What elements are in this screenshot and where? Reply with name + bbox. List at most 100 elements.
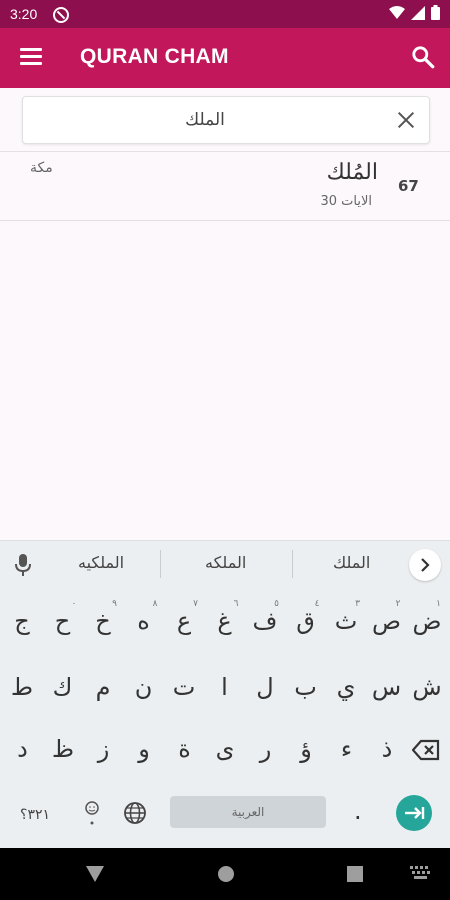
- key-hint: ٥: [274, 599, 279, 609]
- close-icon[interactable]: [395, 109, 417, 131]
- key[interactable]: ث٣: [326, 599, 366, 635]
- key[interactable]: ح٠: [43, 599, 83, 635]
- key-hint: ٨: [152, 599, 158, 609]
- microphone-icon[interactable]: [15, 554, 31, 576]
- status-bar: 3:20: [0, 0, 450, 28]
- do-not-disturb-icon: [53, 7, 69, 23]
- key-label: ن: [134, 673, 153, 701]
- expand-suggestions-button[interactable]: [409, 549, 441, 581]
- space-bar-label: العربية: [231, 805, 265, 819]
- home-icon[interactable]: [217, 865, 235, 883]
- key-hint: ٧: [193, 599, 198, 609]
- key[interactable]: ت: [164, 673, 204, 701]
- revelation-place: مكة: [30, 160, 53, 176]
- divider: [0, 220, 450, 221]
- key-label: ز: [97, 735, 110, 763]
- key-label: ج: [14, 607, 30, 635]
- divider: [292, 550, 293, 578]
- key[interactable]: ء: [327, 735, 367, 763]
- key-label: ص: [371, 607, 401, 635]
- menu-icon[interactable]: [20, 48, 42, 66]
- key-label: ظ: [51, 735, 75, 763]
- search-icon[interactable]: [410, 44, 436, 70]
- key[interactable]: ط: [2, 673, 42, 701]
- key[interactable]: س: [367, 673, 407, 701]
- backspace-icon[interactable]: [412, 739, 440, 761]
- key-label: ل: [256, 673, 274, 701]
- key-label: ة: [178, 735, 191, 763]
- key-hint: ١: [436, 599, 441, 609]
- key[interactable]: ل: [245, 673, 285, 701]
- key[interactable]: ظ: [43, 735, 83, 763]
- key[interactable]: ض١: [407, 599, 447, 635]
- key[interactable]: غ٦: [205, 599, 245, 635]
- key[interactable]: ا: [205, 673, 245, 701]
- key[interactable]: ؤ: [286, 735, 326, 763]
- enter-arrow-icon: [405, 807, 425, 819]
- suggestion-item[interactable]: الملكيه: [78, 553, 124, 572]
- key[interactable]: ش: [407, 673, 447, 701]
- suggestion-item[interactable]: الملكه: [205, 553, 246, 572]
- battery-icon: [431, 5, 440, 20]
- key[interactable]: م: [83, 673, 123, 701]
- wifi-icon: [389, 5, 405, 19]
- key[interactable]: ب: [286, 673, 326, 701]
- key[interactable]: د: [3, 735, 43, 763]
- key-label: ث: [334, 607, 358, 635]
- period-key[interactable]: .: [354, 797, 362, 825]
- key-label: ر: [259, 735, 272, 763]
- ayat-count: الايات 30: [320, 194, 372, 209]
- key-hint: ٣: [355, 599, 360, 609]
- key[interactable]: ة: [165, 735, 205, 763]
- enter-button[interactable]: [396, 795, 432, 831]
- key-label: س: [371, 673, 402, 701]
- app-bar: QURAN CHAM: [0, 28, 450, 88]
- back-icon[interactable]: [86, 866, 104, 882]
- search-input[interactable]: [33, 103, 377, 137]
- key[interactable]: ذ: [367, 735, 407, 763]
- key[interactable]: ك: [43, 673, 83, 701]
- search-field[interactable]: [22, 96, 430, 144]
- recents-icon[interactable]: [347, 866, 363, 882]
- key-label: غ: [217, 607, 232, 635]
- key-label: ق: [296, 607, 315, 635]
- key[interactable]: ى: [205, 735, 245, 763]
- globe-icon[interactable]: [123, 801, 147, 825]
- keyboard-switch-icon[interactable]: [410, 866, 432, 882]
- chevron-right-icon: [421, 558, 430, 572]
- emoji-icon[interactable]: [84, 801, 100, 827]
- key[interactable]: خ٩: [83, 599, 123, 635]
- key-hint: ٠: [71, 599, 77, 609]
- key-label: ؤ: [300, 735, 312, 763]
- key[interactable]: ف٥: [245, 599, 285, 635]
- list-item[interactable]: مكة المُلك الايات 30 67: [0, 152, 450, 220]
- suggestion-strip: الملكيه الملكه الملك: [0, 541, 450, 587]
- space-bar[interactable]: العربية: [170, 796, 326, 828]
- key[interactable]: ز: [84, 735, 124, 763]
- signal-icon: [411, 5, 425, 20]
- key[interactable]: و: [124, 735, 164, 763]
- key-label: خ: [95, 607, 111, 635]
- surah-name: المُلك: [326, 160, 378, 185]
- key[interactable]: ج: [2, 607, 42, 635]
- key-hint: ٢: [395, 599, 401, 609]
- key-label: ذ: [381, 735, 393, 763]
- key-label: ي: [336, 673, 356, 701]
- key[interactable]: ص٢: [367, 599, 407, 635]
- key-label: ض: [412, 607, 442, 635]
- key[interactable]: ه٨: [124, 599, 164, 635]
- key-label: ا: [221, 673, 228, 701]
- key-label: ت: [172, 673, 196, 701]
- key-label: ش: [412, 673, 442, 701]
- numbers-key[interactable]: ٣٢١؟: [20, 807, 50, 823]
- suggestion-item[interactable]: الملك: [333, 553, 370, 572]
- key-label: م: [95, 673, 111, 701]
- key-hint: ٤: [314, 599, 320, 609]
- key[interactable]: ع٧: [164, 599, 204, 635]
- key[interactable]: ق٤: [286, 599, 326, 635]
- key[interactable]: ي: [326, 673, 366, 701]
- key-row-bottom: ٣٢١؟ العربية .: [0, 789, 450, 839]
- key[interactable]: ر: [246, 735, 286, 763]
- key-label: ه: [137, 607, 150, 635]
- key[interactable]: ن: [124, 673, 164, 701]
